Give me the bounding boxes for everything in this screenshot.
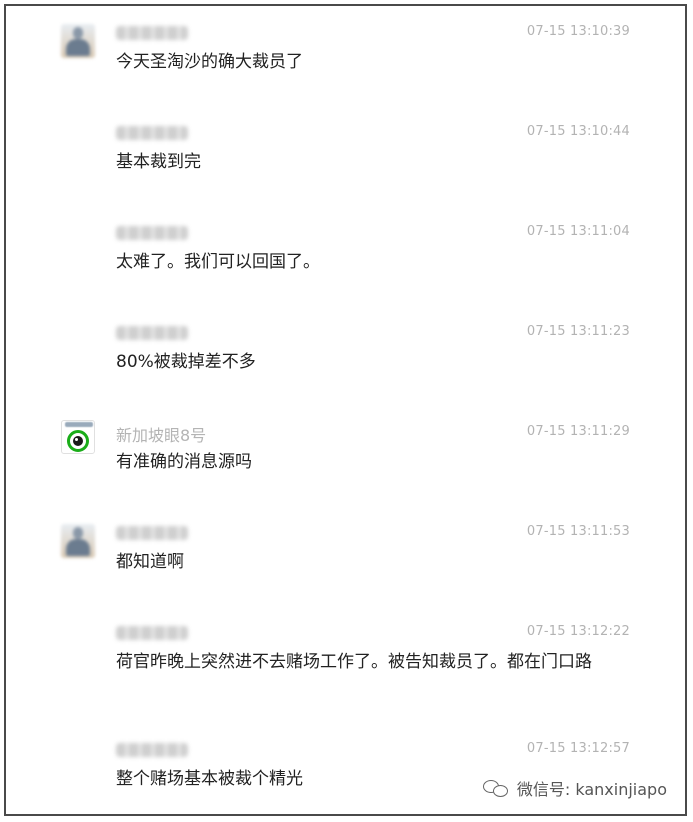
watermark-text: 微信号: kanxinjiapo xyxy=(516,780,667,799)
message-text: 80%被裁掉差不多 xyxy=(116,352,256,372)
brand-logo-icon[interactable] xyxy=(61,420,95,454)
sender-name-redacted xyxy=(116,326,188,340)
sender-name-redacted xyxy=(116,126,188,140)
message-timestamp: 07-15 13:11:04 xyxy=(526,224,630,239)
sender-name-redacted xyxy=(116,26,188,40)
watermark: 微信号: kanxinjiapo xyxy=(482,776,667,800)
message-text: 都知道啊 xyxy=(116,552,184,572)
message-text: 今天圣淘沙的确大裁员了 xyxy=(116,52,303,72)
message-timestamp: 07-15 13:11:53 xyxy=(526,524,630,539)
message-timestamp: 07-15 13:10:39 xyxy=(526,24,630,39)
message-timestamp: 07-15 13:11:23 xyxy=(526,324,630,339)
message-timestamp: 07-15 13:12:22 xyxy=(526,624,630,639)
message-text: 有准确的消息源吗 xyxy=(116,452,252,472)
message-text: 荷官昨晚上突然进不去赌场工作了。被告知裁员了。都在门口路 xyxy=(116,652,592,672)
chat-panel: 07-15 13:10:39 今天圣淘沙的确大裁员了 07-15 13:10:4… xyxy=(4,4,687,816)
message-timestamp: 07-15 13:11:29 xyxy=(526,424,630,439)
message-timestamp: 07-15 13:12:57 xyxy=(526,741,630,756)
message-timestamp: 07-15 13:10:44 xyxy=(526,124,630,139)
message-text: 基本裁到完 xyxy=(116,152,201,172)
sender-name-redacted xyxy=(116,526,188,540)
sender-name-redacted xyxy=(116,743,188,757)
wechat-icon xyxy=(482,778,511,798)
user-avatar-icon[interactable] xyxy=(61,24,95,58)
sender-name-redacted xyxy=(116,626,188,640)
sender-name-redacted xyxy=(116,226,188,240)
sender-name[interactable]: 新加坡眼8号 xyxy=(116,422,206,446)
message-text: 太难了。我们可以回国了。 xyxy=(116,252,320,272)
user-avatar-icon[interactable] xyxy=(61,524,95,558)
